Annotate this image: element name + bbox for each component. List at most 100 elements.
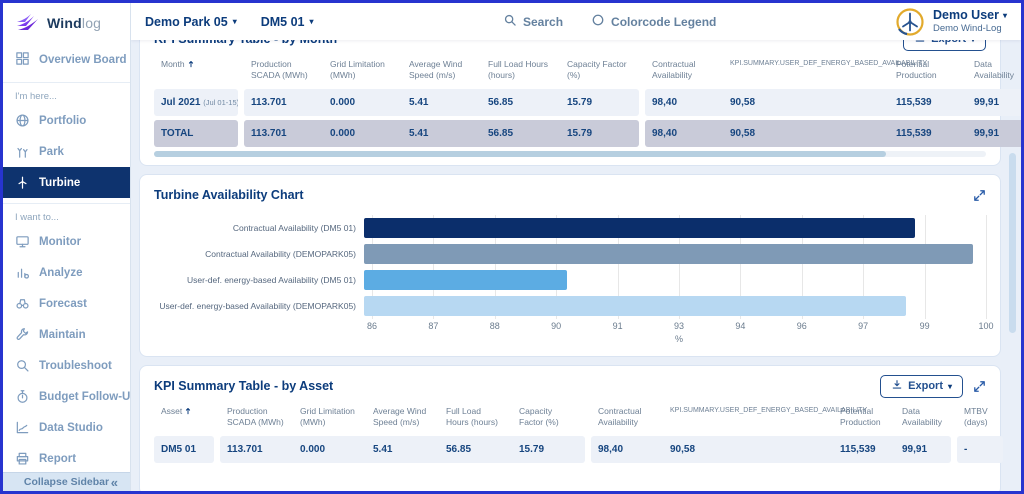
horizontal-scrollbar-thumb[interactable]: [154, 151, 886, 157]
row-cell-group: 113.7010.0005.4156.8515.79: [244, 120, 639, 147]
row-cell-group: 113.7010.0005.4156.8515.79: [244, 89, 639, 116]
column-header: Grid Limitation (MWh): [323, 57, 402, 83]
user-avatar-turbine-icon: [895, 7, 925, 37]
sidebar-item-troubleshoot[interactable]: Troubleshoot: [3, 350, 130, 381]
table-cell: 98,40: [591, 436, 663, 463]
table-row[interactable]: DM5 01113.7010.0005.4156.8515.7998,4090,…: [154, 436, 986, 463]
circle-legend-icon: [591, 13, 605, 27]
table-cell: 5.41: [402, 89, 481, 116]
sidebar-item-monitor[interactable]: Monitor: [3, 226, 130, 257]
column-header: Production SCADA (MWh): [220, 404, 293, 430]
table-cell: 99,91: [967, 120, 1021, 147]
x-tick-label: 87: [428, 321, 438, 331]
sidebar-item-park[interactable]: Park: [3, 136, 130, 167]
user-name: Demo User: [933, 8, 999, 23]
table-header-row: Asset Production SCADA (MWh)Grid Limitati…: [154, 404, 986, 430]
turbine-selector-value: DM5 01: [261, 15, 305, 29]
brand-name-light: log: [82, 15, 101, 31]
column-header[interactable]: Asset: [154, 404, 214, 420]
stopwatch-icon: [15, 389, 30, 404]
x-tick-label: 90: [551, 321, 561, 331]
chart-bar-track: [364, 215, 986, 241]
expand-icon: [973, 380, 986, 393]
row-label-cell: TOTAL: [154, 120, 238, 147]
sidebar-item-data-studio[interactable]: Data Studio: [3, 412, 130, 443]
circle-legend-icon: [591, 13, 605, 30]
expand-icon[interactable]: [973, 189, 986, 202]
export-button[interactable]: Export ▾: [880, 375, 963, 398]
colorcode-legend-button[interactable]: Colorcode Legend: [591, 13, 716, 30]
x-tick-label: 97: [858, 321, 868, 331]
table-cell: 56.85: [439, 436, 512, 463]
column-header: Capacity Factor (%): [560, 57, 639, 83]
table-row[interactable]: TOTAL113.7010.0005.4156.8515.7998,4090,5…: [154, 120, 986, 147]
chart-x-axis-label: %: [372, 332, 986, 348]
chart-bar: [364, 244, 973, 264]
row-cell-group: 113.7010.0005.4156.8515.79: [220, 436, 585, 463]
search-button[interactable]: Search: [503, 13, 563, 30]
line-chart-icon: [15, 420, 30, 435]
sidebar-item-report[interactable]: Report: [3, 443, 130, 474]
table-row[interactable]: Jul 2021 (Jul 01-15)113.7010.0005.4156.8…: [154, 89, 986, 116]
sidebar-item-maintain[interactable]: Maintain: [3, 319, 130, 350]
column-header[interactable]: Month: [154, 57, 238, 73]
binoculars-icon: [15, 296, 30, 311]
availability-bar-chart: Contractual Availability (DM5 01)Contrac…: [154, 215, 986, 348]
chart-bar-row: User-def. energy-based Availability (DM5…: [154, 267, 986, 293]
table-cell: -: [957, 436, 1003, 463]
chart-category-label: Contractual Availability (DM5 01): [154, 223, 364, 233]
sidebar-item-forecast[interactable]: Forecast: [3, 288, 130, 319]
main-content: KPI Summary Table - by Month Export ▾ Mo…: [131, 40, 1021, 491]
column-header: Capacity Factor (%): [512, 404, 585, 430]
sidebar-item-label: Park: [39, 146, 64, 158]
table-cell: 0.000: [323, 120, 402, 147]
user-menu[interactable]: Demo User▾ Demo Wind-Log: [895, 7, 1007, 37]
chart-bar: [364, 296, 906, 316]
magnifier-icon: [15, 358, 30, 373]
chevron-down-icon: ▾: [948, 382, 952, 391]
sidebar-item-budget-follow-up[interactable]: Budget Follow-Up: [3, 381, 130, 412]
header-group: Contractual AvailabilityKPI.SUMMARY.USER…: [645, 57, 1021, 83]
sidebar-item-label: Turbine: [39, 177, 80, 189]
sidebar-item-label: Portfolio: [39, 115, 86, 127]
table-cell: 99,91: [895, 436, 951, 463]
table-cell: 0.000: [323, 89, 402, 116]
sidebar-item-turbine[interactable]: Turbine: [3, 167, 130, 198]
vertical-scrollbar-thumb[interactable]: [1009, 153, 1016, 333]
sidebar-section-im-here: I'm here...: [3, 82, 130, 105]
sidebar-item-overview-board[interactable]: Overview Board: [3, 43, 130, 77]
collapse-sidebar-button[interactable]: Collapse Sidebar «: [3, 472, 130, 491]
windlog-logo-icon: [15, 13, 41, 33]
sidebar-item-label: Budget Follow-Up: [39, 391, 131, 403]
grid-icon: [15, 51, 30, 69]
chart-bar-track: [364, 267, 986, 293]
table-cell: 90,58: [723, 89, 889, 116]
sidebar-item-label: Analyze: [39, 267, 82, 279]
sort-up-icon: [187, 60, 195, 68]
chart-rows: Contractual Availability (DM5 01)Contrac…: [154, 215, 986, 319]
turbine-icon: [15, 175, 30, 190]
sort-up-icon: [184, 407, 192, 415]
header-group: Production SCADA (MWh)Grid Limitation (M…: [220, 404, 585, 430]
table-cell: 115,539: [889, 120, 967, 147]
column-header: Potential Production: [889, 57, 967, 83]
column-header: KPI.SUMMARY.USER_DEF_ENERGY_BASED_AVAILA…: [723, 57, 889, 70]
sidebar-item-label: Data Studio: [39, 422, 103, 434]
sidebar-item-label: Report: [39, 453, 76, 465]
table-cell: 5.41: [366, 436, 439, 463]
x-tick-label: 94: [735, 321, 745, 331]
sidebar-item-analyze[interactable]: Analyze: [3, 257, 130, 288]
chevron-down-icon: ▾: [1003, 11, 1007, 21]
expand-icon[interactable]: [973, 380, 986, 393]
export-label: Export: [931, 40, 966, 45]
table-cell: 113.701: [244, 120, 323, 147]
export-button[interactable]: Export ▾: [903, 40, 986, 51]
sidebar-item-portfolio[interactable]: Portfolio: [3, 105, 130, 136]
chart-title: Turbine Availability Chart: [154, 188, 304, 202]
turbine-selector-dropdown[interactable]: DM5 01 ▾: [261, 15, 314, 29]
brand-logo: Windlog: [3, 3, 130, 43]
header-group: MTBV (days): [957, 404, 1003, 430]
download-icon: [914, 40, 926, 44]
x-tick-label: 86: [367, 321, 377, 331]
park-selector-dropdown[interactable]: Demo Park 05 ▾: [145, 15, 237, 29]
